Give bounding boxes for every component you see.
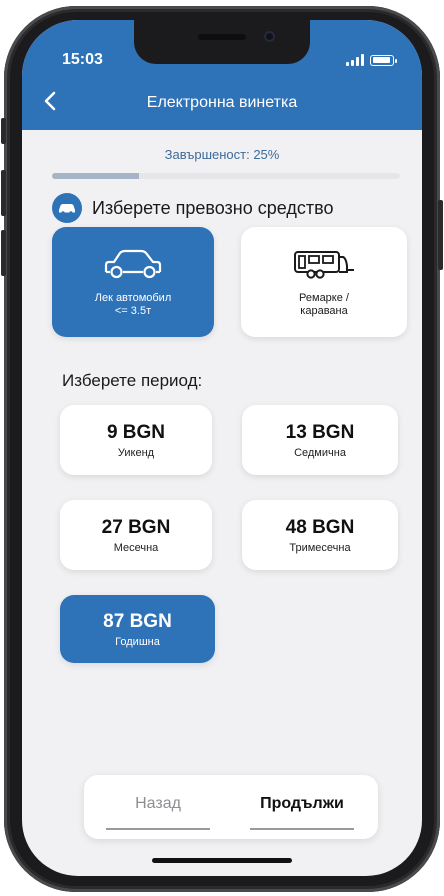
progress-label: Завършеност: 25% bbox=[164, 147, 280, 162]
period-label: Месечна bbox=[113, 541, 159, 554]
power-button bbox=[438, 200, 443, 270]
period-option-monthly[interactable]: 27 BGN Месечна bbox=[60, 500, 212, 570]
period-price: 9 BGN bbox=[106, 421, 166, 443]
vehicle-section-header: Изберете превозно средство bbox=[52, 193, 333, 223]
back-button[interactable]: Назад bbox=[106, 795, 210, 813]
volume-down-button bbox=[1, 230, 6, 276]
vehicle-option-label: Лек автомобил <= 3.5т bbox=[94, 292, 172, 317]
vehicle-option-trailer[interactable]: Ремарке / каравана bbox=[241, 227, 407, 337]
continue-button[interactable]: Продължи bbox=[250, 795, 354, 813]
battery-icon bbox=[370, 54, 397, 66]
speaker-grille bbox=[198, 34, 246, 40]
period-option-weekly[interactable]: 13 BGN Седмична bbox=[242, 405, 398, 475]
progress-fill bbox=[52, 173, 139, 179]
bottom-action-bar: Назад Продължи bbox=[84, 775, 378, 839]
notch bbox=[134, 20, 310, 64]
status-icons bbox=[346, 54, 397, 66]
period-label: Уикенд bbox=[117, 446, 155, 459]
period-label: Тримесечна bbox=[289, 541, 351, 554]
period-section-title: Изберете период: bbox=[62, 371, 203, 390]
period-option-yearly[interactable]: 87 BGN Годишна bbox=[60, 595, 215, 663]
period-option-quarterly[interactable]: 48 BGN Тримесечна bbox=[242, 500, 398, 570]
period-price: 27 BGN bbox=[101, 516, 171, 538]
period-label: Годишна bbox=[115, 635, 160, 648]
vehicle-section-title: Изберете превозно средство bbox=[92, 197, 334, 218]
front-camera bbox=[264, 31, 275, 42]
vehicle-option-label: Ремарке / каравана bbox=[299, 292, 349, 317]
status-time: 15:03 bbox=[62, 51, 103, 68]
app-screen: 15:03 Електронна винетка Завършеност: 25… bbox=[22, 20, 422, 876]
back-button-underline bbox=[106, 828, 210, 830]
period-price: 48 BGN bbox=[285, 516, 355, 538]
continue-button-underline bbox=[250, 828, 354, 830]
app-header: 15:03 Електронна винетка bbox=[22, 20, 422, 130]
period-option-weekend[interactable]: 9 BGN Уикенд bbox=[60, 405, 212, 475]
home-indicator[interactable] bbox=[152, 858, 292, 863]
signal-icon bbox=[346, 54, 364, 66]
period-price: 13 BGN bbox=[285, 421, 355, 443]
mute-switch bbox=[1, 118, 6, 144]
period-label: Седмична bbox=[294, 446, 346, 459]
period-price: 87 BGN bbox=[103, 610, 172, 632]
car-icon bbox=[104, 249, 162, 279]
progress-bar bbox=[52, 173, 400, 179]
volume-up-button bbox=[1, 170, 6, 216]
page-title: Електронна винетка bbox=[146, 94, 298, 111]
caravan-icon bbox=[294, 251, 354, 279]
car-badge-icon bbox=[52, 193, 82, 223]
vehicle-option-car[interactable]: Лек автомобил <= 3.5т bbox=[52, 227, 214, 337]
